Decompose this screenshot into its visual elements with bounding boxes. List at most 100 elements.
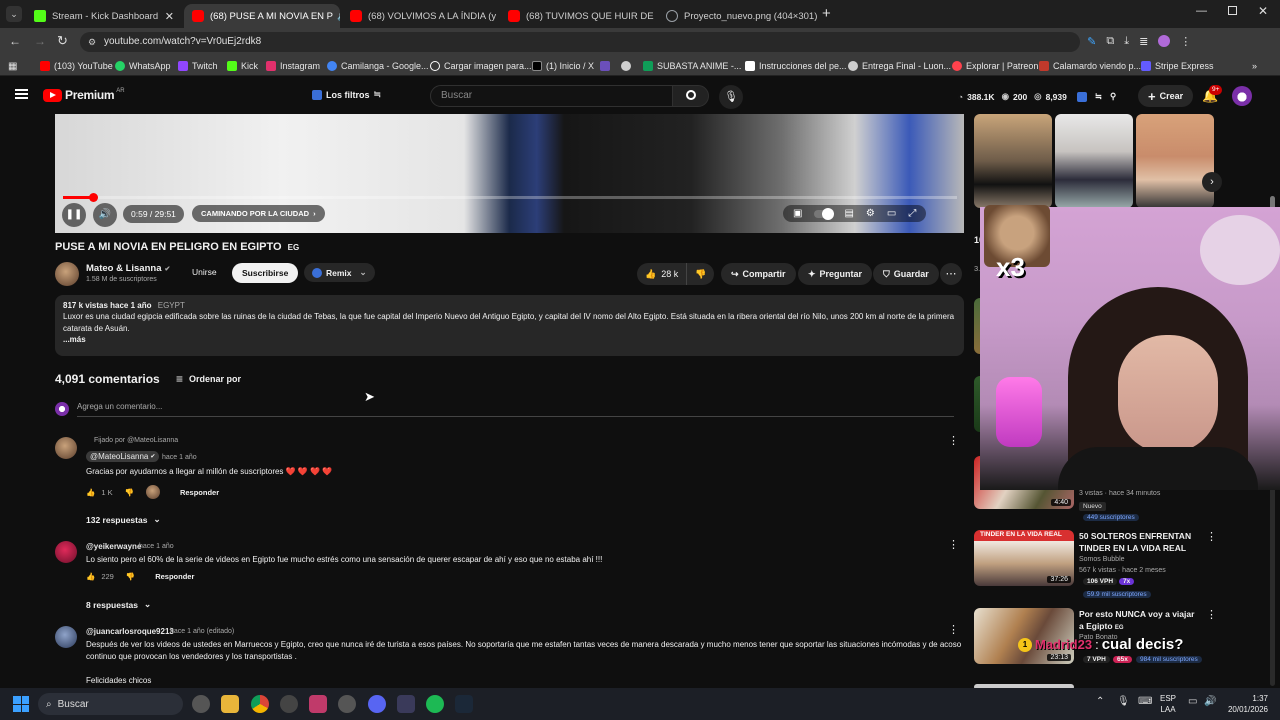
- ask-button[interactable]: ✦ Preguntar: [798, 263, 873, 285]
- new-tab-button[interactable]: +: [822, 5, 831, 22]
- reload-icon[interactable]: ↻: [57, 33, 68, 49]
- bookmark-twitch[interactable]: Twitch: [178, 59, 218, 73]
- chapter-button[interactable]: CAMINANDO POR LA CIUDAD ›: [192, 205, 325, 222]
- download-icon[interactable]: ⤓: [1124, 35, 1129, 48]
- thumbs-up-icon[interactable]: 👍: [86, 488, 95, 497]
- bookmark-entrega[interactable]: Entrega Final - Luon...: [848, 59, 951, 73]
- tray-mic-icon[interactable]: 🎙: [1117, 696, 1130, 707]
- youtube-logo[interactable]: Premium AR: [43, 88, 125, 102]
- tab-youtube-india[interactable]: (68) VOLVIMOS A LA ÍNDIA (y ✕: [342, 4, 498, 28]
- shorts-thumbnail[interactable]: [1136, 114, 1214, 208]
- theater-mode-icon[interactable]: ▭: [887, 208, 896, 219]
- sliders-icon[interactable]: ≒: [1095, 91, 1102, 102]
- comment-avatar[interactable]: [55, 626, 77, 648]
- replies-toggle[interactable]: 8 respuestas ⌄: [86, 599, 151, 610]
- more-actions-button[interactable]: ⋯: [940, 263, 962, 285]
- progress-bar-track[interactable]: [63, 196, 957, 199]
- progress-scrubber[interactable]: [89, 193, 98, 202]
- extension-icon[interactable]: [1076, 91, 1087, 102]
- bookmark-x[interactable]: (1) Inicio / X: [532, 59, 594, 73]
- close-icon[interactable]: ✕: [496, 10, 498, 23]
- bookmark-calamardo[interactable]: Calamardo viendo p...: [1039, 59, 1141, 73]
- bookmark-purple[interactable]: [600, 59, 614, 73]
- taskbar-search[interactable]: ⌕ Buscar: [38, 693, 183, 715]
- comment-more-icon[interactable]: ⋮: [948, 538, 959, 551]
- channel-name[interactable]: Mateo & Lisanna ✔: [86, 263, 170, 274]
- tab-youtube-active[interactable]: (68) PUSE A MI NOVIA EN P 🔊 ✕: [184, 4, 340, 28]
- thumbs-up-icon[interactable]: 👍: [86, 572, 95, 581]
- video-more-icon[interactable]: ⋮: [1206, 608, 1217, 621]
- remix-button[interactable]: Remix ⌄: [304, 263, 375, 282]
- thumbs-down-icon[interactable]: 👎: [126, 572, 135, 581]
- hamburger-menu-icon[interactable]: [15, 89, 28, 99]
- url-bar[interactable]: ⚙ youtube.com/watch?v=Vr0uEj2rdk8: [80, 32, 1080, 52]
- filters-button[interactable]: Los filtros ≒: [312, 89, 381, 100]
- copilot-icon[interactable]: [192, 695, 210, 713]
- comment-author-chip[interactable]: @MateoLisanna ✔: [86, 451, 160, 462]
- back-icon[interactable]: ←: [9, 34, 21, 48]
- video-player[interactable]: ❚❚ 🔊 0:59 / 29:51 CAMINANDO POR LA CIUDA…: [55, 114, 964, 233]
- comment-avatar[interactable]: [55, 541, 77, 563]
- bookmark-youtube[interactable]: (103) YouTube: [40, 59, 113, 73]
- bookmark-instagram[interactable]: Instagram: [266, 59, 320, 73]
- replies-toggle[interactable]: 132 respuestas ⌄: [86, 514, 161, 525]
- close-icon[interactable]: ✕: [159, 10, 174, 23]
- bookmark-cargar-imagen[interactable]: Cargar imagen para...: [430, 59, 532, 73]
- subscribe-button[interactable]: Suscribirse: [232, 263, 299, 283]
- site-info-icon[interactable]: ⚙: [88, 32, 96, 52]
- video-more-icon[interactable]: ⋮: [1206, 530, 1217, 543]
- bookmark-camilanga[interactable]: Camilanga - Google...: [327, 59, 429, 73]
- user-avatar[interactable]: [1232, 86, 1252, 106]
- dislike-button[interactable]: 👎: [687, 269, 714, 280]
- close-icon[interactable]: ✕: [817, 10, 820, 23]
- close-window-button[interactable]: ✕: [1258, 4, 1268, 18]
- apps-icon[interactable]: ▦: [8, 59, 17, 73]
- description-more[interactable]: ...más: [63, 335, 956, 344]
- miniplayer-ext-icon[interactable]: ▣: [793, 208, 802, 219]
- reply-button[interactable]: Responder: [155, 572, 194, 581]
- app-icon[interactable]: [280, 695, 298, 713]
- video-title[interactable]: Por esto NUNCA voy a viajar a Egipto EG: [1079, 608, 1201, 634]
- file-explorer-icon[interactable]: [221, 695, 239, 713]
- tab-kick-dashboard[interactable]: Stream - Kick Dashboard ✕: [26, 4, 182, 28]
- tray-chevron-icon[interactable]: ⌃: [1096, 696, 1104, 707]
- search-button[interactable]: [672, 85, 709, 107]
- comment-more-icon[interactable]: ⋮: [948, 623, 959, 636]
- tag-icon[interactable]: ⚲: [1110, 91, 1116, 102]
- fullscreen-icon[interactable]: ⤢: [908, 208, 916, 219]
- settings-gear-icon[interactable]: ⚙: [866, 208, 875, 219]
- save-button[interactable]: ⛉ Guardar: [873, 263, 939, 285]
- create-button[interactable]: + Crear: [1138, 85, 1194, 107]
- bookmark-patreon[interactable]: Explorar | Patreon: [952, 59, 1038, 73]
- bookmarks-more-icon[interactable]: »: [1252, 59, 1257, 73]
- forward-icon[interactable]: →: [34, 34, 46, 48]
- volume-icon[interactable]: 🔊: [1204, 696, 1216, 707]
- clock[interactable]: 1:37 20/01/2026: [1222, 693, 1268, 715]
- bookmark-globe[interactable]: [621, 59, 635, 73]
- video-title[interactable]: 50 SOLTEROS ENFRENTAN TINDER EN LA VIDA …: [1079, 530, 1197, 554]
- shorts-next-button[interactable]: ›: [1202, 172, 1222, 192]
- volume-button[interactable]: 🔊: [93, 203, 117, 227]
- shorts-thumbnail[interactable]: [974, 114, 1052, 208]
- reply-button[interactable]: Responder: [180, 488, 219, 497]
- puzzle-icon[interactable]: ⧉: [1106, 35, 1114, 48]
- menu-icon[interactable]: ⋮: [1180, 35, 1191, 48]
- language-indicator[interactable]: ESP LAA: [1160, 693, 1176, 715]
- bookmark-stripe[interactable]: Stripe Express: [1141, 59, 1214, 73]
- media-icon[interactable]: ≣: [1139, 35, 1148, 48]
- channel-name[interactable]: Somos Bubble: [1079, 556, 1125, 563]
- windows-start-icon[interactable]: [13, 696, 29, 712]
- tray-keyboard-icon[interactable]: ⌨: [1138, 696, 1152, 707]
- channel-avatar[interactable]: [55, 262, 79, 286]
- subtitles-icon[interactable]: ▤: [844, 208, 853, 219]
- discord-icon[interactable]: [368, 695, 386, 713]
- comment-more-icon[interactable]: ⋮: [948, 434, 959, 447]
- autoplay-toggle[interactable]: [814, 207, 835, 220]
- obs-icon[interactable]: [309, 695, 327, 713]
- comment-author[interactable]: @juancarlosroque9213: [86, 627, 174, 636]
- bookmark-instrucciones[interactable]: Instrucciones del pe...: [745, 59, 847, 73]
- share-button[interactable]: ↪ Compartir: [721, 263, 796, 285]
- shorts-thumbnail[interactable]: [1055, 114, 1133, 208]
- restore-button[interactable]: [1228, 6, 1237, 15]
- comment-avatar[interactable]: [55, 437, 77, 459]
